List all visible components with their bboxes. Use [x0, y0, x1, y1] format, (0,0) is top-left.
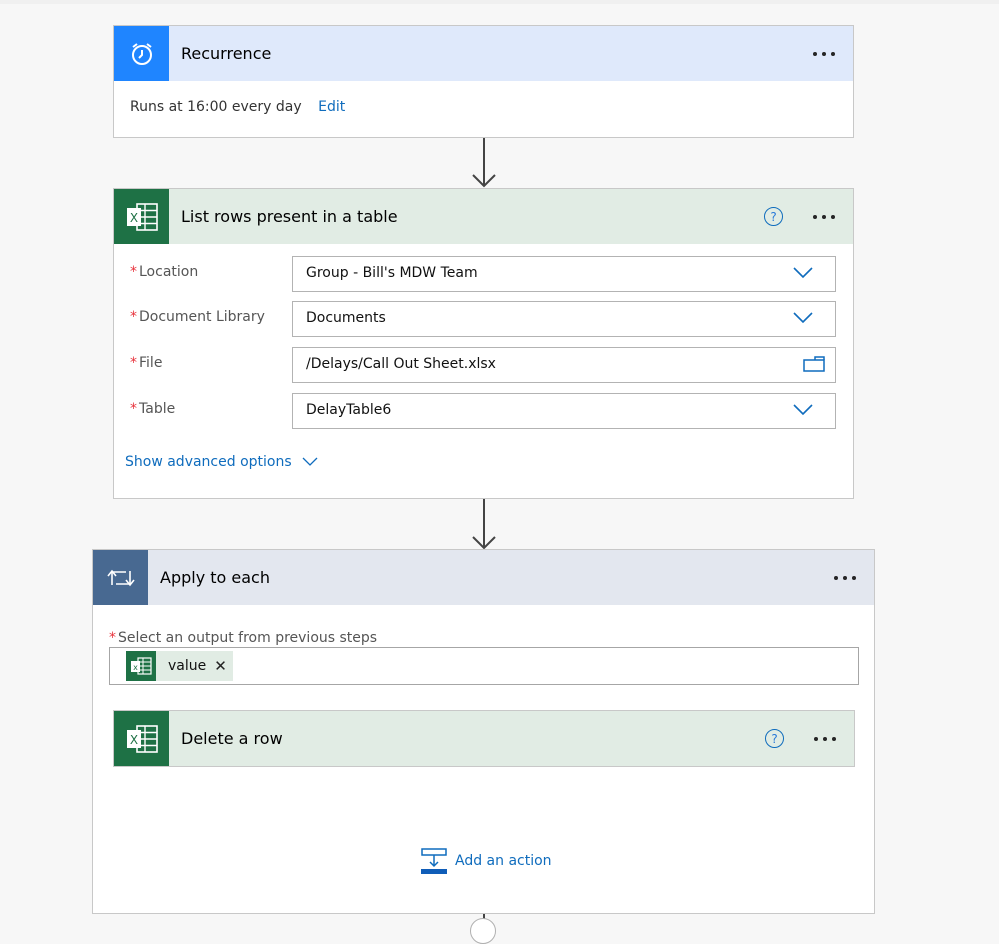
svg-text:X: X — [129, 211, 137, 225]
required-marker: * — [130, 309, 137, 325]
chevron-down-icon[interactable] — [793, 267, 813, 279]
recurrence-edit-link[interactable]: Edit — [318, 99, 345, 115]
excel-icon: X — [114, 711, 169, 766]
remove-token-icon[interactable]: ✕ — [214, 657, 227, 675]
required-marker: * — [130, 401, 137, 417]
chevron-down-icon[interactable] — [793, 404, 813, 416]
add-action-button[interactable]: Add an action — [421, 848, 552, 874]
file-label: File — [139, 355, 163, 371]
folder-icon[interactable] — [803, 356, 825, 372]
value-token[interactable]: x value ✕ — [126, 651, 233, 681]
chevron-down-icon — [302, 457, 318, 466]
file-value: /Delays/Call Out Sheet.xlsx — [306, 356, 496, 372]
svg-text:X: X — [129, 733, 137, 747]
required-marker: * — [130, 264, 137, 280]
add-action-icon — [421, 848, 447, 874]
required-marker: * — [130, 355, 137, 371]
document-library-value: Documents — [306, 310, 386, 326]
recurrence-more-options-icon[interactable] — [809, 48, 839, 60]
list-rows-more-options-icon[interactable] — [809, 211, 839, 223]
required-marker: * — [109, 630, 116, 646]
select-output-text: Select an output from previous steps — [118, 630, 378, 646]
apply-to-each-header[interactable]: Apply to each — [93, 550, 874, 605]
show-advanced-options-link[interactable]: Show advanced options — [125, 454, 318, 470]
table-field-row: * Table DelayTable6 — [114, 393, 853, 429]
list-rows-header[interactable]: X List rows present in a table ? — [114, 189, 853, 244]
recurrence-card[interactable]: Recurrence Runs at 16:00 every day Edit — [113, 25, 854, 138]
delete-row-more-options-icon[interactable] — [810, 733, 840, 745]
apply-to-each-card[interactable]: Apply to each * Select an output from pre… — [92, 549, 875, 914]
excel-icon: x — [126, 651, 156, 681]
recurrence-summary: Runs at 16:00 every day — [130, 99, 302, 115]
apply-to-each-title: Apply to each — [160, 568, 270, 587]
add-action-label: Add an action — [455, 853, 552, 869]
document-library-dropdown[interactable]: Documents — [292, 301, 836, 337]
help-icon[interactable]: ? — [765, 729, 784, 748]
recurrence-header[interactable]: Recurrence — [114, 26, 853, 81]
recurrence-title: Recurrence — [181, 44, 272, 63]
delete-row-title: Delete a row — [181, 729, 283, 748]
insert-step-button[interactable] — [470, 918, 496, 944]
table-dropdown[interactable]: DelayTable6 — [292, 393, 836, 429]
list-rows-card[interactable]: X List rows present in a table ? * Locati… — [113, 188, 854, 499]
select-output-input[interactable]: x value ✕ — [109, 647, 859, 685]
table-value: DelayTable6 — [306, 402, 392, 418]
excel-icon: X — [114, 189, 169, 244]
document-library-label: Document Library — [139, 309, 265, 325]
flow-arrow-icon — [472, 138, 496, 188]
chevron-down-icon[interactable] — [793, 312, 813, 324]
show-advanced-options-label: Show advanced options — [125, 454, 292, 470]
svg-text:x: x — [133, 663, 138, 672]
delete-row-card[interactable]: X Delete a row ? — [113, 710, 855, 767]
location-label: Location — [139, 264, 199, 280]
select-output-label: * Select an output from previous steps — [109, 630, 377, 646]
file-input[interactable]: /Delays/Call Out Sheet.xlsx — [292, 347, 836, 383]
file-field-row: * File /Delays/Call Out Sheet.xlsx — [114, 347, 853, 383]
delete-row-header[interactable]: X Delete a row ? — [114, 711, 854, 766]
top-bar — [0, 0, 999, 4]
help-icon[interactable]: ? — [764, 207, 783, 226]
flow-arrow-icon — [472, 499, 496, 550]
location-dropdown[interactable]: Group - Bill's MDW Team — [292, 256, 836, 292]
loop-icon — [93, 550, 148, 605]
document-library-field-row: * Document Library Documents — [114, 301, 853, 337]
alarm-clock-icon — [114, 26, 169, 81]
table-label: Table — [139, 401, 176, 417]
location-value: Group - Bill's MDW Team — [306, 265, 478, 281]
location-field-row: * Location Group - Bill's MDW Team — [114, 256, 853, 292]
value-token-label: value — [168, 658, 207, 674]
list-rows-title: List rows present in a table — [181, 207, 398, 226]
apply-to-each-more-options-icon[interactable] — [830, 572, 860, 584]
